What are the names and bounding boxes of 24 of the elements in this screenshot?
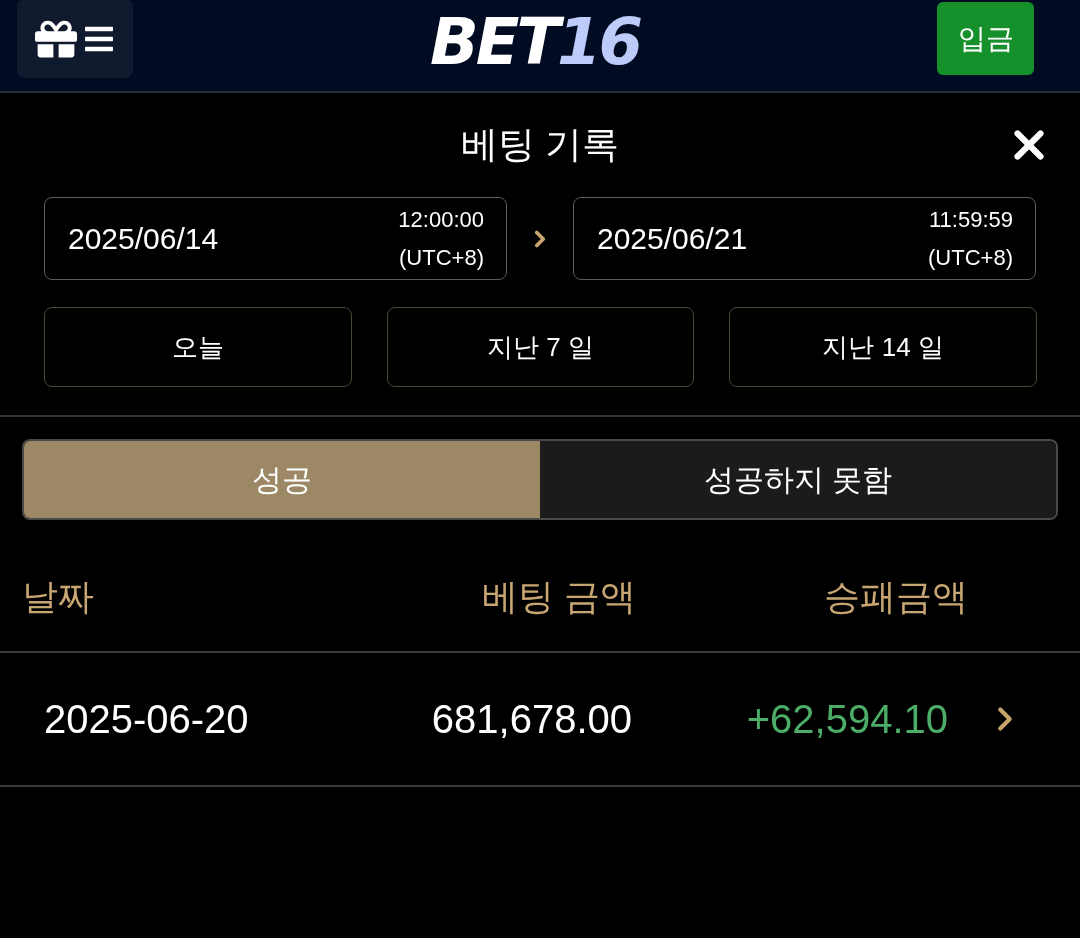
column-header: 승패금액 xyxy=(823,575,968,619)
menu-button[interactable] xyxy=(17,0,133,78)
column-header: 날짜 xyxy=(22,575,95,619)
dialog-title: 베팅 기록 xyxy=(460,123,620,168)
range-button[interactable]: 지난 7 일 xyxy=(386,307,695,387)
deposit-button[interactable]: 입금 xyxy=(937,2,1034,75)
column-header: 베팅 금액 xyxy=(481,575,636,619)
tab[interactable]: 성공하지 못함 xyxy=(540,441,1056,518)
logo: BET16 xyxy=(429,6,642,77)
table-cell-text: 2025-06-20 xyxy=(44,696,250,743)
timezone-label: (UTC+8) xyxy=(399,243,484,272)
range-button[interactable]: 지난 14 일 xyxy=(729,307,1037,387)
table-row[interactable]: 2025-06-20 681,678.00 +62,594.10 xyxy=(0,653,1080,787)
date-value: 2025/06/21 xyxy=(597,221,748,257)
gift-icon xyxy=(35,18,77,60)
table-cell-text: +62,594.10 xyxy=(745,696,948,743)
timezone-label: (UTC+8) xyxy=(928,243,1013,272)
table-cell-text: 681,678.00 xyxy=(430,696,632,743)
time-value: 11:59:59 xyxy=(929,205,1013,234)
date-field[interactable]: 2025/06/21 11:59:59 (UTC+8) xyxy=(573,197,1036,280)
range-button[interactable]: 오늘 xyxy=(44,307,352,387)
date-value: 2025/06/14 xyxy=(68,221,219,257)
time-value: 12:00:00 xyxy=(398,205,484,234)
date-field[interactable]: 2025/06/14 12:00:00 (UTC+8) xyxy=(44,197,507,280)
